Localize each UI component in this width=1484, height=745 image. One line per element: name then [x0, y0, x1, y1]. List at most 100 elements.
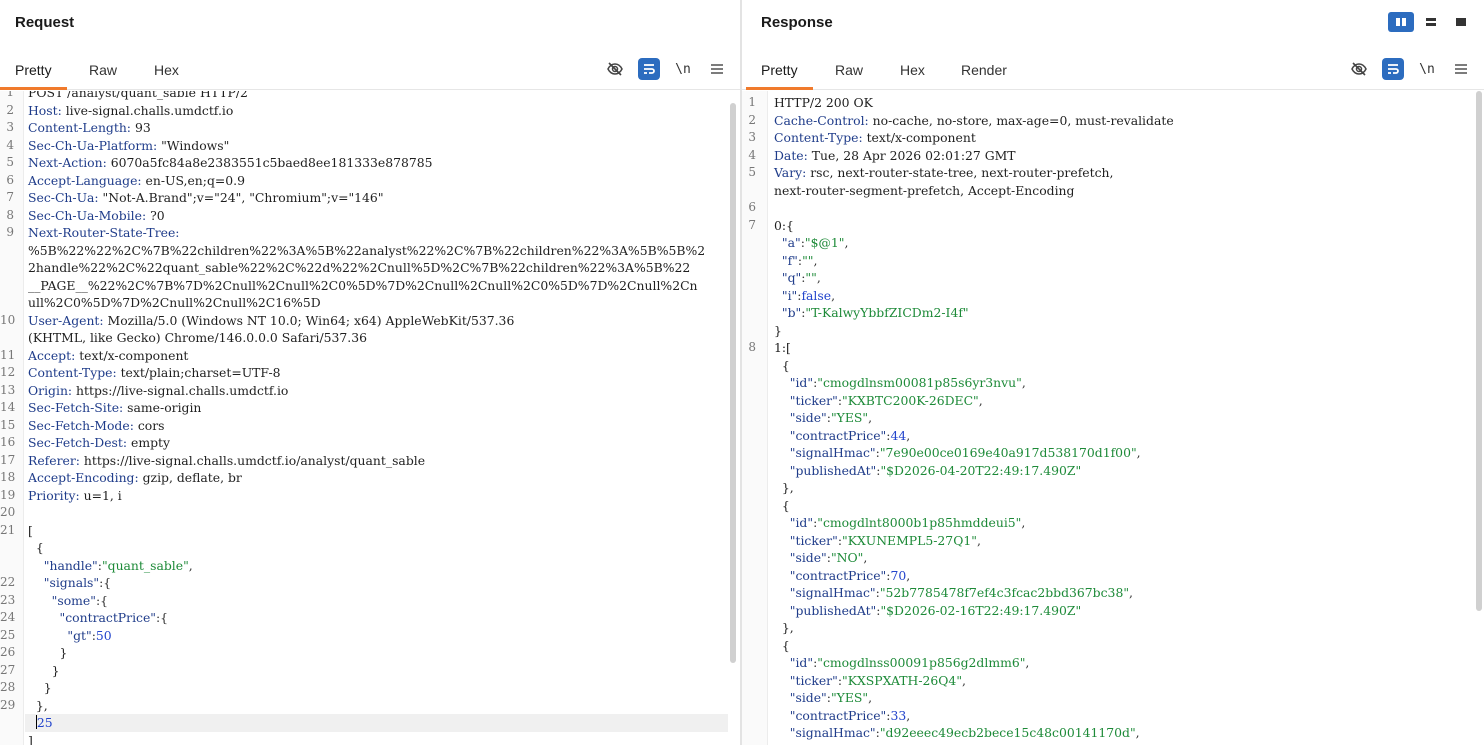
- hide-eye-icon[interactable]: [604, 58, 626, 80]
- code-text: Referer: https://live-signal.challs.umdc…: [28, 452, 426, 468]
- code-text: {: [774, 497, 790, 513]
- line-number: 27: [0, 662, 16, 677]
- code-text: "signalHmac":"7e90e00ce0169e40a917d53817…: [789, 445, 1141, 460]
- code-text: }: [28, 645, 68, 660]
- code-text: (KHTML, like Gecko) Chrome/146.0.0.0 Saf…: [28, 330, 367, 345]
- code-text: }: [774, 322, 782, 338]
- line-number: 5: [748, 165, 756, 179]
- newline-toggle[interactable]: \n: [1416, 58, 1438, 80]
- layout-stacked-icon[interactable]: [1418, 12, 1444, 32]
- line-number: 2: [6, 102, 14, 117]
- code-text: Sec-Ch-Ua-Platform: "Windows": [28, 137, 230, 153]
- code-text: "id":"cmogdlnt8000b1p85hmddeui5",: [789, 515, 1026, 530]
- code-text: %5B%22%22%2C%7B%22children%22%3A%5B%22an…: [28, 242, 706, 258]
- code-text: "gt":50: [67, 627, 112, 643]
- response-scrollbar[interactable]: [1476, 91, 1482, 611]
- code-text: "side":"YES",: [789, 690, 873, 705]
- code-text: Sec-Ch-Ua-Mobile: ?0: [28, 207, 165, 223]
- request-tab-pretty[interactable]: Pretty: [0, 62, 66, 90]
- menu-icon[interactable]: [1450, 58, 1472, 80]
- code-text: Accept-Encoding: gzip, deflate, br: [28, 470, 242, 485]
- code-text: "side":"NO",: [789, 550, 868, 565]
- code-text: "signalHmac":"52b7785478f7ef4c3fcac2bbd3…: [789, 585, 1133, 600]
- line-number: 20: [0, 505, 16, 519]
- code-text: "id":"cmogdlnsm00081p85s6yr3nvu",: [789, 375, 1026, 390]
- wrap-lines-icon[interactable]: [638, 58, 660, 80]
- code-text: }: [28, 680, 52, 695]
- hide-eye-icon[interactable]: [1348, 58, 1370, 80]
- line-number: 1: [748, 95, 756, 109]
- response-tab-raw[interactable]: Raw: [835, 62, 863, 90]
- response-tab-hex[interactable]: Hex: [900, 62, 925, 90]
- response-tab-render[interactable]: Render: [961, 62, 1007, 90]
- code-text: "contractPrice":33,: [789, 707, 911, 723]
- code-text: Cache-Control: no-cache, no-store, max-a…: [774, 112, 1174, 128]
- line-number: 8: [748, 340, 756, 354]
- code-text: ull%2C0%5D%7D%2Cnull%2Cnull%2C16%5D: [28, 295, 321, 310]
- line-number: 29: [0, 697, 16, 712]
- line-number: 28: [0, 680, 16, 694]
- wrap-lines-icon[interactable]: [1382, 58, 1404, 80]
- code-text: "q":"",: [781, 270, 821, 285]
- code-text: Priority: u=1, i: [28, 487, 122, 503]
- line-number: 5: [6, 155, 14, 169]
- code-text: Accept: text/x-component: [28, 347, 189, 363]
- layout-single-icon[interactable]: [1448, 12, 1474, 32]
- line-number: 14: [0, 400, 16, 414]
- response-pane: Response Pretty Raw Hex Render \n 1 HTTP…: [742, 0, 1484, 745]
- request-tab-hex[interactable]: Hex: [154, 62, 179, 90]
- code-text: "contractPrice":{: [59, 610, 169, 625]
- line-number: 10: [0, 312, 16, 327]
- code-text: User-Agent: Mozilla/5.0 (Windows NT 10.0…: [28, 312, 515, 328]
- response-editor[interactable]: 1 HTTP/2 200 OK 2 Cache-Control: no-cache, …: [742, 91, 1484, 745]
- request-editor[interactable]: 1 POST /analyst/quant_sable HTTP/2 2 Host: …: [0, 91, 740, 745]
- code-text: "some":{: [51, 592, 109, 608]
- code-text: "handle":"quant_sable",: [43, 557, 193, 573]
- line-number: 3: [748, 130, 756, 144]
- request-tools: \n: [604, 58, 728, 80]
- code-text: Next-Router-State-Tree:: [28, 225, 180, 240]
- line-number: 18: [0, 470, 16, 484]
- code-text: "side":"YES",: [789, 410, 873, 425]
- code-text: Origin: https://live-signal.challs.umdct…: [28, 382, 289, 398]
- request-tab-raw[interactable]: Raw: [89, 62, 117, 90]
- code-text: Content-Length: 93: [28, 120, 151, 135]
- line-number: 11: [0, 347, 16, 362]
- newline-toggle[interactable]: \n: [672, 58, 694, 80]
- code-text: Sec-Ch-Ua: "Not-A.Brand";v="24", "Chromi…: [28, 190, 384, 205]
- code-text: Content-Type: text/x-component: [774, 130, 976, 145]
- code-text: "signals":{: [43, 575, 112, 590]
- code-text: 1:[: [774, 340, 791, 355]
- layout-toggle: [1388, 12, 1474, 32]
- line-number: 6: [6, 172, 14, 187]
- code-text: "ticker":"KXBTC200K-26DEC",: [789, 392, 983, 408]
- line-number: 24: [0, 610, 16, 624]
- menu-icon[interactable]: [706, 58, 728, 80]
- code-text: "contractPrice":44,: [789, 427, 911, 443]
- layout-side-by-side-icon[interactable]: [1388, 12, 1414, 32]
- code-text: "publishedAt":"$D2026-04-20T22:49:17.490…: [789, 462, 1082, 478]
- response-tab-pretty[interactable]: Pretty: [746, 62, 812, 90]
- code-text: Date: Tue, 28 Apr 2026 02:01:27 GMT: [774, 147, 1016, 163]
- code-text: "signalHmac":"d92eeec49ecb2bece15c48c001…: [789, 725, 1140, 740]
- code-text: "ticker":"KXUNEMPL5-27Q1",: [789, 532, 981, 548]
- line-number: 12: [0, 365, 16, 379]
- request-header: Request: [0, 0, 740, 46]
- request-pane: Request Pretty Raw Hex \n 1 POST /analyst…: [0, 0, 740, 745]
- code-text: POST /analyst/quant_sable HTTP/2: [28, 91, 248, 100]
- line-number: 21: [0, 522, 16, 537]
- code-text: "contractPrice":70,: [789, 567, 911, 583]
- code-text: Content-Type: text/plain;charset=UTF-8: [28, 365, 281, 380]
- code-text: Sec-Fetch-Site: same-origin: [28, 400, 202, 415]
- code-text: {: [774, 357, 790, 373]
- line-number: 16: [0, 435, 16, 449]
- line-number: 8: [6, 207, 14, 222]
- request-tabbar: Pretty Raw Hex \n: [0, 50, 740, 90]
- code-text: next-router-segment-prefetch, Accept-Enc…: [774, 182, 1075, 198]
- line-number: 3: [6, 120, 14, 134]
- code-text: Host: live-signal.challs.umdctf.io: [28, 102, 234, 118]
- request-scrollbar[interactable]: [730, 103, 736, 663]
- code-text: {: [774, 637, 790, 653]
- line-number: 23: [0, 592, 16, 607]
- line-number: 7: [748, 217, 756, 232]
